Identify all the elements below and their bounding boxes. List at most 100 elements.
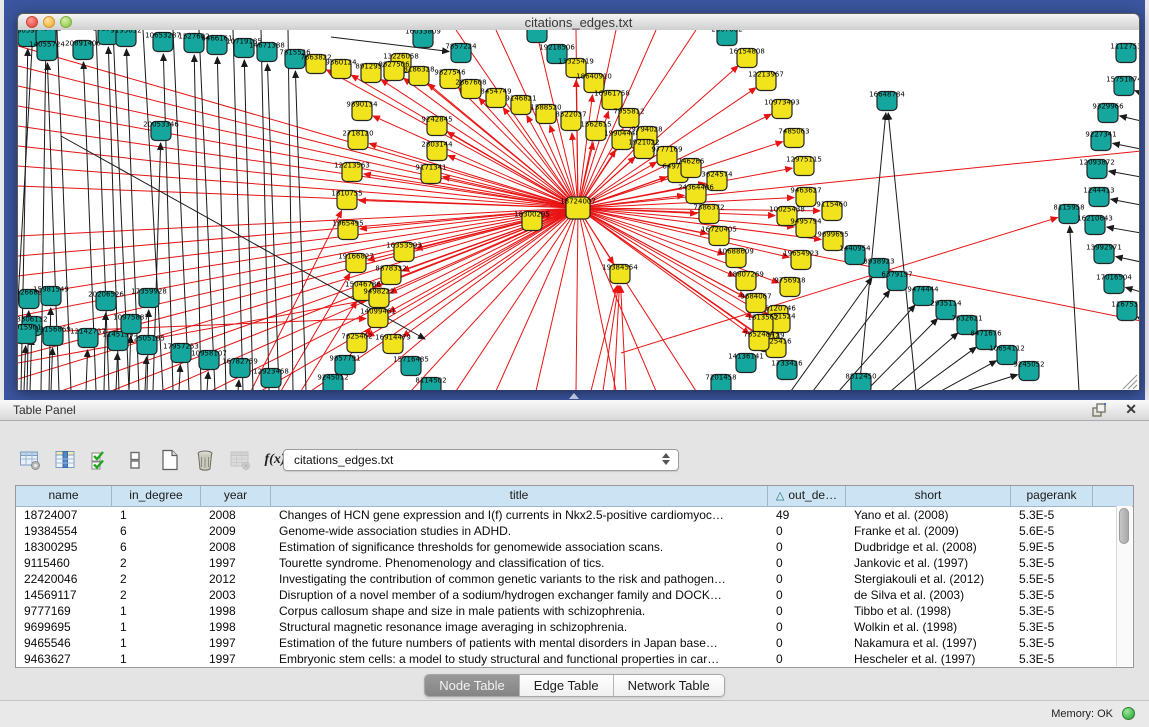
graph-node[interactable]: 1733426: [771, 360, 803, 380]
graph-node[interactable]: 8186328: [403, 66, 434, 86]
table-row[interactable]: 911546021997Tourette syndrome. Phenomeno…: [16, 555, 1133, 571]
graph-node[interactable]: 2687682: [711, 30, 742, 46]
graph-node[interactable]: 14136141: [728, 353, 764, 373]
column-header-title[interactable]: title: [271, 486, 768, 506]
network-canvas[interactable]: 1305314154377214055724208914061025641919…: [18, 30, 1139, 390]
graph-node[interactable]: 12505185: [129, 335, 165, 355]
table-selector-dropdown[interactable]: citations_edges.txt: [283, 449, 679, 471]
column-header-short[interactable]: short: [846, 486, 1011, 506]
column-header-in_degree[interactable]: in_degree: [112, 486, 201, 506]
graph-node[interactable]: 16210643: [1077, 215, 1113, 235]
table-scrollbar[interactable]: [1116, 506, 1132, 666]
graph-node[interactable]: 7857224: [445, 43, 477, 63]
graph-node[interactable]: 9756928: [774, 277, 805, 297]
column-header-pagerank[interactable]: pagerank: [1011, 486, 1093, 506]
graph-node[interactable]: 16353593: [386, 242, 422, 262]
graph-node[interactable]: 8813054: [521, 30, 553, 43]
memory-ok-icon: [1122, 707, 1135, 720]
node-label: 24364486: [678, 184, 714, 192]
cell-pagerank: 5.3E-5: [1011, 555, 1093, 571]
graph-node[interactable]: 9329966: [1092, 103, 1124, 123]
node-label: 7955812: [613, 108, 644, 116]
table-row[interactable]: 1456911722003Disruption of a novel membe…: [16, 587, 1133, 603]
graph-node[interactable]: 12213967: [748, 71, 784, 91]
table-row[interactable]: 946554611997Estimation of the future num…: [16, 635, 1133, 651]
graph-node[interactable]: 19384554: [602, 264, 638, 284]
delete-table-button[interactable]: [228, 447, 252, 473]
graph-node[interactable]: 9245012: [317, 374, 348, 391]
clear-selection-button[interactable]: [123, 447, 147, 473]
graph-node[interactable]: 18807269: [728, 271, 764, 291]
graph-node[interactable]: 16720405: [701, 226, 737, 246]
graph-node[interactable]: 1167531: [1111, 301, 1139, 321]
graph-node[interactable]: 1244413: [1083, 187, 1114, 207]
table-row[interactable]: 1872400712008Changes of HCN gene express…: [16, 507, 1133, 523]
node-label: 16720405: [701, 226, 737, 234]
tab-node-table[interactable]: Node Table: [425, 675, 520, 696]
node-label: 8812450: [845, 373, 876, 381]
node-label: 9245012: [317, 374, 348, 382]
node-label: 20891406: [65, 40, 101, 48]
graph-node[interactable]: 1965495: [332, 220, 363, 240]
graph-node[interactable]: 12142737: [70, 328, 106, 348]
graph-node[interactable]: 19654923: [783, 250, 819, 270]
graph-node[interactable]: 17359928: [131, 288, 167, 308]
graph-node[interactable]: 15751874: [1106, 76, 1139, 96]
graph-node[interactable]: 16033809: [405, 30, 441, 48]
graph-node[interactable]: 10688609: [718, 248, 754, 268]
graph-node[interactable]: 1112753: [1110, 43, 1139, 63]
column-header-out_de[interactable]: △out_de…: [768, 486, 846, 506]
select-all-columns-button[interactable]: [88, 447, 112, 473]
graph-node[interactable]: 14099461: [360, 308, 396, 328]
column-header-name[interactable]: name: [16, 486, 112, 506]
graph-node[interactable]: 8114502: [415, 377, 446, 391]
graph-node[interactable]: 12093872: [1079, 159, 1115, 179]
table-settings-button[interactable]: [18, 447, 42, 473]
graph-node[interactable]: 7485063: [778, 128, 809, 148]
graph-node[interactable]: 12975115: [786, 156, 822, 176]
tab-edge-table[interactable]: Edge Table: [520, 675, 614, 696]
graph-node[interactable]: 16154808: [729, 48, 765, 68]
graph-node[interactable]: 9245052: [1013, 361, 1044, 381]
float-panel-icon[interactable]: [1092, 403, 1107, 417]
splitter-handle[interactable]: [569, 393, 579, 399]
graph-node[interactable]: 17016504: [1096, 274, 1132, 294]
graph-node[interactable]: 7201458: [705, 374, 736, 391]
new-table-button[interactable]: [158, 447, 182, 473]
node-label: 1813562: [747, 314, 778, 322]
delete-rows-button[interactable]: [193, 447, 217, 473]
graph-node[interactable]: 12213563: [334, 162, 370, 182]
graph-node[interactable]: 8812450: [845, 373, 876, 391]
close-panel-icon[interactable]: ✕: [1125, 401, 1137, 418]
resize-grip-icon[interactable]: [1133, 385, 1137, 389]
node-label: 1112753: [1110, 43, 1139, 51]
column-header-year[interactable]: year: [201, 486, 271, 506]
graph-node[interactable]: 15716485: [393, 356, 429, 376]
window-titlebar[interactable]: citations_edges.txt: [18, 14, 1139, 31]
table-row[interactable]: 1938455462009Genome-wide association stu…: [16, 523, 1133, 539]
graph-node[interactable]: 16648784: [869, 91, 905, 111]
table-row[interactable]: 969969511998Structural magnetic resonanc…: [16, 619, 1133, 635]
tab-network-table[interactable]: Network Table: [614, 675, 724, 696]
graph-node[interactable]: 2803144: [421, 141, 453, 161]
graph-node[interactable]: 9857791: [329, 355, 360, 375]
graph-node[interactable]: 7625402: [341, 333, 372, 353]
show-columns-button[interactable]: [53, 447, 77, 473]
graph-node[interactable]: 24364486: [678, 184, 714, 204]
graph-node[interactable]: 2718120: [342, 130, 373, 150]
table-row[interactable]: 1830029562008Estimation of significance …: [16, 539, 1133, 555]
graph-node[interactable]: 10653287: [145, 32, 181, 52]
table-row[interactable]: 977716911998Corpus callosum shape and si…: [16, 603, 1133, 619]
table-panel-header: Table Panel ✕: [0, 400, 1149, 421]
graph-node[interactable]: 9227341: [1085, 131, 1116, 151]
graph-node[interactable]: 20206526: [88, 291, 124, 311]
table-row[interactable]: 946362711997Embryonic stem cells: a mode…: [16, 651, 1133, 667]
graph-node[interactable]: 9890134: [346, 101, 378, 121]
graph-node[interactable]: 13992971: [1086, 244, 1122, 264]
graph-node[interactable]: 20891406: [65, 40, 101, 60]
table-row[interactable]: 2242004622012Investigating the contribut…: [16, 571, 1133, 587]
graph-node[interactable]: 13156869: [35, 326, 71, 346]
scrollbar-thumb[interactable]: [1119, 508, 1129, 544]
cell-short: Wolkin et al. (1998): [846, 619, 1011, 635]
resize-grip-icon[interactable]: [1128, 380, 1137, 389]
